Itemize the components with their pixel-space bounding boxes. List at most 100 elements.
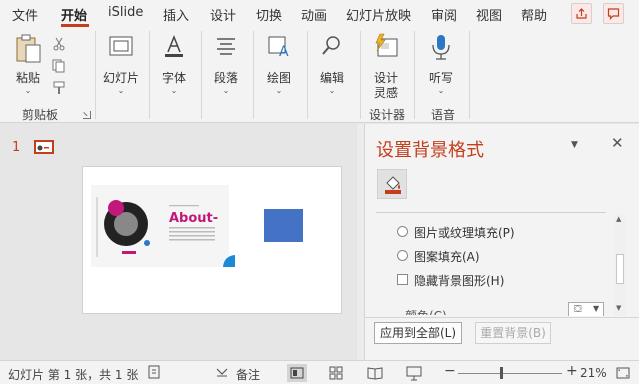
new-slide-button[interactable]: 幻灯片 ⌄ [100,31,142,103]
search-icon [319,33,345,62]
pane-options-icon[interactable]: ▼ [571,140,578,150]
paragraph-dropdown-icon: ⌄ [222,86,230,95]
editor-scrollbar[interactable] [357,124,364,360]
slide-title: About- [169,211,219,226]
designer-label-line2: 灵感 [373,86,398,100]
normal-view-icon[interactable] [287,364,307,382]
zoom-slider[interactable] [458,373,562,374]
tab-review[interactable]: 审阅 [431,5,457,24]
zoom-in-icon[interactable]: + [566,363,578,379]
tab-help[interactable]: 帮助 [521,5,547,24]
dictate-dropdown-icon: ⌄ [437,86,445,95]
format-painter-icon[interactable] [52,81,66,98]
font-dropdown-icon: ⌄ [170,86,178,95]
menu-bar: 文件 开始 iSlide 插入 设计 切换 动画 幻灯片放映 审阅 视图 帮助 [0,0,639,27]
pane-scrollbar[interactable]: ▲ ▼ [614,214,626,316]
tab-slideshow[interactable]: 幻灯片放映 [346,5,411,24]
tab-file[interactable]: 文件 [12,5,38,24]
scroll-thumb[interactable] [616,254,624,284]
reset-background-button[interactable]: 重置背景(B) [475,322,551,344]
color-label: 颜色(C) [405,307,447,315]
slide-count-status: 幻灯片 第 1 张，共 1 张 [8,368,139,382]
tab-transitions[interactable]: 切换 [256,5,282,24]
share-button[interactable] [571,3,592,24]
slides-icon [108,33,134,62]
group-separator [469,31,470,119]
clipboard-launcher-icon[interactable] [83,111,91,119]
paragraph-button[interactable]: 段落 ⌄ [205,31,247,103]
slide-pink-circle [108,200,124,216]
slide-text-line [169,235,215,237]
font-label: 字体 [161,71,186,85]
copy-icon[interactable] [52,59,68,76]
fit-to-window-icon[interactable] [614,364,634,382]
scroll-up-icon[interactable]: ▲ [616,215,621,223]
dictate-button[interactable]: 听写 ⌄ [420,31,462,103]
paragraph-label: 段落 [213,71,238,85]
designer-group-label: 设计器 [369,108,406,122]
paste-button[interactable]: 粘贴 ⌄ [8,31,48,103]
picture-fill-label: 图片或纹理填充(P) [414,226,515,240]
pane-title: 设置背景格式 [376,140,484,161]
slides-label: 幻灯片 [102,71,139,85]
notes-button[interactable]: 备注 [236,366,260,383]
cut-icon[interactable] [52,37,66,54]
slide-text-line [169,239,215,241]
chevron-down-icon: ▼ [593,304,600,313]
apply-to-all-button[interactable]: 应用到全部(L) [374,322,462,344]
notes-icon [214,364,234,382]
scroll-down-icon[interactable]: ▼ [616,304,621,312]
accessibility-icon[interactable] [147,364,167,382]
pattern-fill-radio[interactable] [397,250,408,261]
pattern-fill-label: 图案填充(A) [414,250,480,264]
voice-group-label: 语音 [431,108,456,122]
fill-tab[interactable] [377,169,407,199]
microphone-icon [428,33,454,64]
paste-label: 粘贴 [15,71,40,85]
slide-sorter-view-icon[interactable] [326,364,346,382]
tab-insert[interactable]: 插入 [163,5,189,24]
format-background-pane: 设置背景格式 ▼ ✕ 图片或纹理填充(P) 图案填充(A) 隐藏背景图形(H) … [364,124,639,360]
zoom-out-icon[interactable]: − [444,363,456,379]
tab-islide[interactable]: iSlide [108,5,143,20]
tab-home[interactable]: 开始 [61,5,87,24]
shapes-icon: A [266,33,292,62]
hide-background-graphics-checkbox[interactable] [397,274,408,285]
group-separator [149,31,150,119]
font-button[interactable]: 字体 ⌄ [153,31,195,103]
drawing-button[interactable]: A 绘图 ⌄ [258,31,300,103]
slide-thumbnail[interactable] [34,140,54,154]
hide-background-graphics-label: 隐藏背景图形(H) [414,274,505,288]
slideshow-view-icon[interactable] [404,364,424,382]
slide-thumbnail-pane: 1 [0,124,72,360]
status-bar: 幻灯片 第 1 张，共 1 张 备注 − + 21% [0,360,639,384]
reading-view-icon[interactable] [365,364,385,382]
slide-blue-dot [144,240,150,246]
comments-button[interactable] [603,3,624,24]
editing-dropdown-icon: ⌄ [328,86,336,95]
picture-fill-radio[interactable] [397,226,408,237]
color-picker-button[interactable]: ⛋ ▼ [568,302,604,316]
zoom-slider-thumb[interactable] [500,367,503,379]
paragraph-icon [213,33,239,62]
pane-divider [376,212,606,213]
group-separator [414,31,415,119]
paste-dropdown-icon[interactable]: ⌄ [25,86,32,95]
close-icon[interactable]: ✕ [611,134,624,152]
dictate-label: 听写 [428,71,453,85]
group-separator [201,31,202,119]
slide-pink-bar [122,251,136,254]
zoom-level[interactable]: 21% [580,366,607,380]
group-separator [95,31,96,119]
group-separator [307,31,308,119]
slides-dropdown-icon: ⌄ [117,86,125,95]
editing-button[interactable]: 编辑 ⌄ [311,31,353,103]
slide-text-line [169,227,215,229]
designer-label-line1: 设计 [373,71,398,85]
tab-animations[interactable]: 动画 [301,5,327,24]
slide-canvas[interactable]: About- [82,166,342,314]
tab-view[interactable]: 视图 [476,5,502,24]
tab-design[interactable]: 设计 [210,5,236,24]
design-ideas-button[interactable]: 设计 灵感 [364,31,408,103]
group-separator [360,31,361,119]
